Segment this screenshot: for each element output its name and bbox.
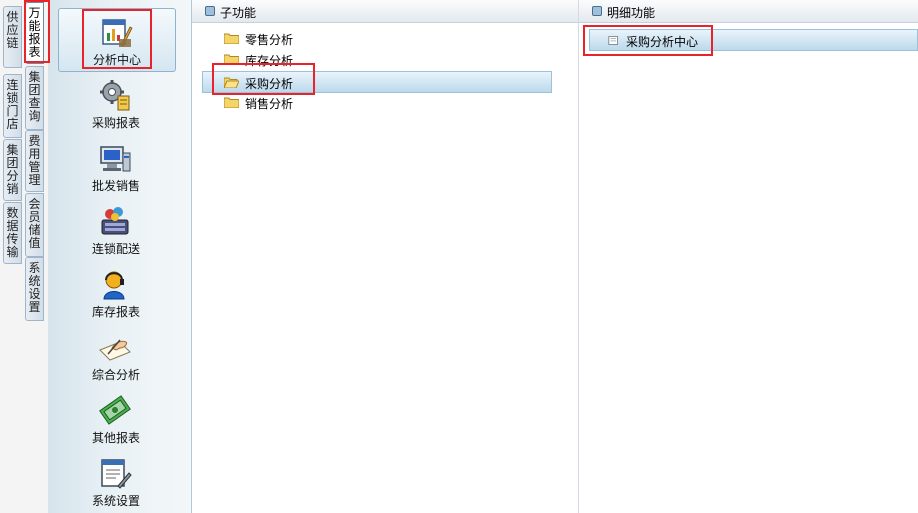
subfunction-panel: 子功能 零售分析 库存分析 采购分析 销售分析 [192, 0, 579, 513]
menu-label: 批发销售 [91, 179, 140, 193]
hand-writing-icon [99, 339, 131, 361]
tab-label: 系统设置 [28, 261, 41, 314]
menu-label: 其他报表 [91, 431, 140, 445]
menu-chain-distribution[interactable]: 连锁配送 [58, 198, 174, 260]
list-item-label: 采购分析中心 [626, 35, 699, 49]
menu-label: 综合分析 [91, 368, 140, 382]
tab-label: 费用管理 [28, 134, 41, 187]
folder-icon [224, 33, 239, 44]
tree-item-label: 零售分析 [245, 33, 294, 47]
panel-header: 明细功能 [579, 0, 918, 23]
tab-label: 集团查询 [28, 70, 41, 123]
tab-label: 集团分销 [6, 143, 19, 196]
document-icon [608, 36, 618, 45]
tab-group-distribution[interactable]: 集团分销 [3, 139, 22, 201]
menu-inventory-reports[interactable]: 库存报表 [58, 261, 174, 323]
menu-system-settings[interactable]: 系统设置 [58, 450, 174, 512]
tree-item-label: 库存分析 [245, 54, 294, 68]
menu-label: 连锁配送 [91, 242, 140, 256]
detail-panel: 明细功能 采购分析中心 [579, 0, 918, 513]
bullet-icon [592, 6, 602, 16]
folder-icon [224, 54, 239, 65]
tab-label: 供应链 [6, 10, 19, 50]
tab-label: 数据传输 [6, 206, 19, 259]
user-headset-icon [103, 271, 125, 300]
panel-header: 子功能 [192, 0, 578, 23]
analysis-chart-icon [102, 19, 133, 47]
menu-label: 采购报表 [91, 116, 140, 130]
menu-comprehensive-analysis[interactable]: 综合分析 [58, 324, 174, 386]
tree-item-sales-analysis[interactable]: 销售分析 [221, 92, 341, 112]
tab-label: 万能报表 [28, 6, 41, 59]
vertical-tab-strip: 供应链 万能报表 集团查询 连锁门店 费用管理 集团分销 会员储值 数据传输 系… [0, 0, 48, 513]
tab-system-settings[interactable]: 系统设置 [25, 257, 44, 321]
tree-item-inventory-analysis[interactable]: 库存分析 [221, 49, 341, 69]
menu-label: 库存报表 [91, 305, 140, 319]
folder-icon [224, 97, 239, 108]
bullet-icon [205, 6, 215, 16]
menu-label: 系统设置 [91, 494, 140, 508]
tree-item-retail-analysis[interactable]: 零售分析 [221, 28, 341, 48]
tab-member-stored-value[interactable]: 会员储值 [25, 193, 44, 257]
panel-title: 明细功能 [607, 6, 656, 20]
menu-analysis-center[interactable]: 分析中心 [58, 8, 176, 72]
tab-universal-reports[interactable]: 万能报表 [25, 2, 44, 64]
tree-item-label: 采购分析 [245, 77, 294, 91]
settings-document-icon [101, 459, 132, 489]
panel-title: 子功能 [220, 6, 257, 20]
list-item-purchase-analysis-center[interactable]: 采购分析中心 [589, 29, 918, 51]
tab-supply-chain[interactable]: 供应链 [3, 6, 22, 68]
tab-chain-stores[interactable]: 连锁门店 [3, 74, 22, 138]
tree-item-purchase-analysis[interactable]: 采购分析 [202, 71, 552, 93]
icon-menu: 分析中心 采购报表 批发销售 连锁配送 库存报表 综合分析 其他报表 系统设置 [48, 0, 192, 513]
menu-purchase-reports[interactable]: 采购报表 [58, 72, 174, 134]
cash-register-icon [101, 207, 129, 235]
computer-terminal-icon [100, 146, 131, 172]
money-notes-icon [99, 395, 131, 425]
tab-expense-management[interactable]: 费用管理 [25, 130, 44, 192]
tab-label: 会员储值 [28, 197, 41, 250]
menu-other-reports[interactable]: 其他报表 [58, 387, 174, 449]
open-folder-icon [224, 77, 239, 88]
menu-wholesale-sales[interactable]: 批发销售 [58, 135, 174, 197]
gear-report-icon [100, 80, 130, 111]
tab-label: 连锁门店 [6, 78, 19, 131]
tab-group-query[interactable]: 集团查询 [25, 66, 44, 130]
tab-data-transfer[interactable]: 数据传输 [3, 202, 22, 264]
menu-label: 分析中心 [92, 53, 141, 67]
tree-item-label: 销售分析 [245, 97, 294, 111]
